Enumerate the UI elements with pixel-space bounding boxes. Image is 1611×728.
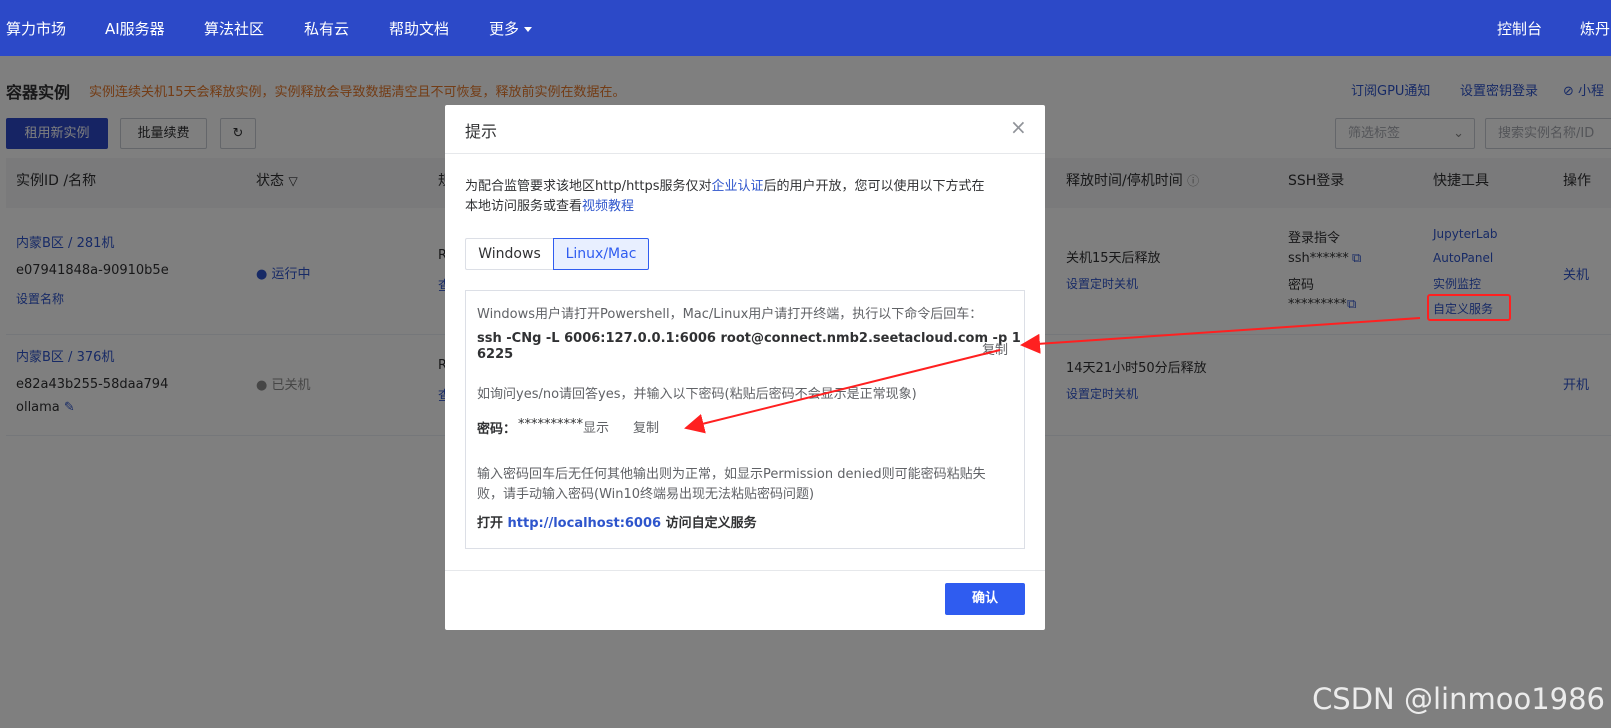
watermark: CSDN @linmoo1986 xyxy=(1312,682,1605,716)
arrow-to-copy-password xyxy=(684,349,1001,434)
arrow-to-copy-command xyxy=(1020,317,1421,354)
annotation-arrows xyxy=(684,317,1421,434)
